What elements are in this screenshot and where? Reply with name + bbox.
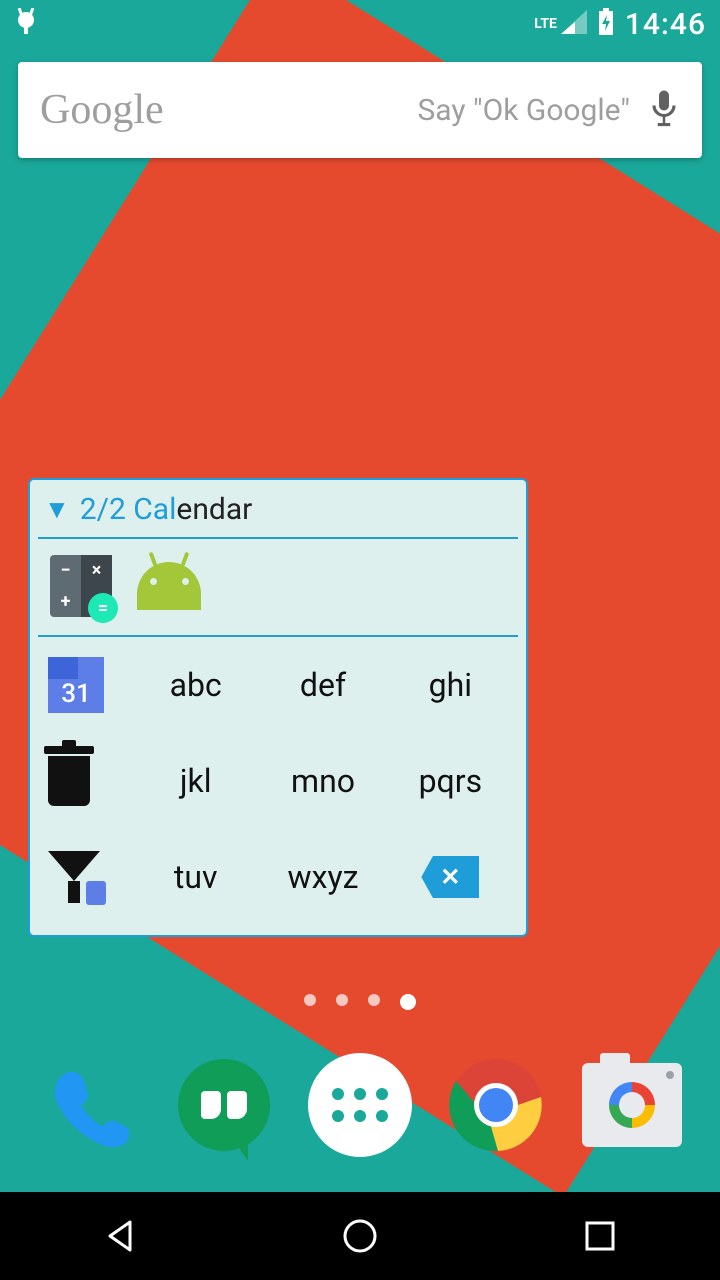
trash-icon (48, 756, 90, 806)
google-logo: Google (40, 86, 164, 134)
key-3-def[interactable]: def (259, 666, 386, 704)
key-filter[interactable] (42, 851, 132, 903)
camera-icon (582, 1063, 682, 1147)
key-6-mno[interactable]: mno (259, 762, 386, 800)
dock-app-phone[interactable] (36, 1053, 140, 1157)
page-dot-2[interactable] (336, 994, 348, 1006)
top-results-row: −×+÷ (42, 539, 514, 635)
google-search-widget[interactable]: Google Say "Ok Google" (18, 62, 702, 158)
hangouts-icon (178, 1059, 270, 1151)
voice-hint-text: Say "Ok Google" (164, 93, 648, 128)
page-dot-3[interactable] (368, 994, 380, 1006)
signal-icon (561, 10, 587, 38)
nav-back-button[interactable] (60, 1206, 180, 1266)
back-icon (102, 1218, 138, 1254)
page-dot-1[interactable] (304, 994, 316, 1006)
nav-home-button[interactable] (300, 1206, 420, 1266)
key-delete-app[interactable] (42, 756, 132, 806)
calendar-icon: 31 (48, 657, 104, 713)
key-backspace[interactable]: ✕ (387, 856, 514, 898)
phone-icon (43, 1060, 133, 1150)
result-app-calculator[interactable]: −×+÷ (46, 551, 116, 621)
collapse-icon[interactable]: ▼ (44, 494, 70, 525)
nav-recents-button[interactable] (540, 1206, 660, 1266)
key-5-jkl[interactable]: jkl (132, 762, 259, 800)
recents-icon (584, 1220, 616, 1252)
key-4-ghi[interactable]: ghi (387, 666, 514, 704)
t9-keypad: 31 abc def ghi jkl mno pqrs tuv wxyz ✕ (42, 637, 514, 925)
app-drawer-icon (308, 1053, 412, 1157)
navigation-bar (0, 1192, 720, 1280)
page-dot-4[interactable] (400, 994, 416, 1010)
key-9-wxyz[interactable]: wxyz (259, 858, 386, 896)
dock (0, 1040, 720, 1170)
key-7-pqrs[interactable]: pqrs (387, 762, 514, 800)
android-icon (137, 562, 201, 610)
dock-app-camera[interactable] (580, 1053, 684, 1157)
battery-charging-icon (597, 8, 615, 40)
calculator-icon: −×+÷ (50, 555, 112, 617)
chrome-icon (448, 1057, 544, 1153)
dock-app-chrome[interactable] (444, 1053, 548, 1157)
backspace-icon: ✕ (421, 856, 479, 898)
result-app-android[interactable] (134, 551, 204, 621)
key-2-abc[interactable]: abc (132, 666, 259, 704)
lte-label: LTE (534, 16, 557, 32)
status-bar[interactable]: LTE 14:46 (0, 0, 720, 48)
page-indicator[interactable] (0, 994, 720, 1010)
status-time: 14:46 (625, 7, 706, 42)
widget-title-rest: endar (176, 492, 252, 527)
key-1-calendar[interactable]: 31 (42, 657, 132, 713)
t9-search-widget: ▼ 2/2 Calendar −×+÷ 31 abc def ghi jkl m… (28, 478, 528, 937)
microphone-icon[interactable] (648, 88, 680, 132)
home-icon (341, 1217, 379, 1255)
debug-icon (14, 8, 38, 40)
dock-app-hangouts[interactable] (172, 1053, 276, 1157)
widget-title-match: 2/2 Cal (80, 492, 177, 527)
widget-header[interactable]: ▼ 2/2 Calendar (42, 488, 514, 537)
app-drawer-button[interactable] (308, 1053, 412, 1157)
key-8-tuv[interactable]: tuv (132, 858, 259, 896)
filter-icon (48, 851, 100, 903)
